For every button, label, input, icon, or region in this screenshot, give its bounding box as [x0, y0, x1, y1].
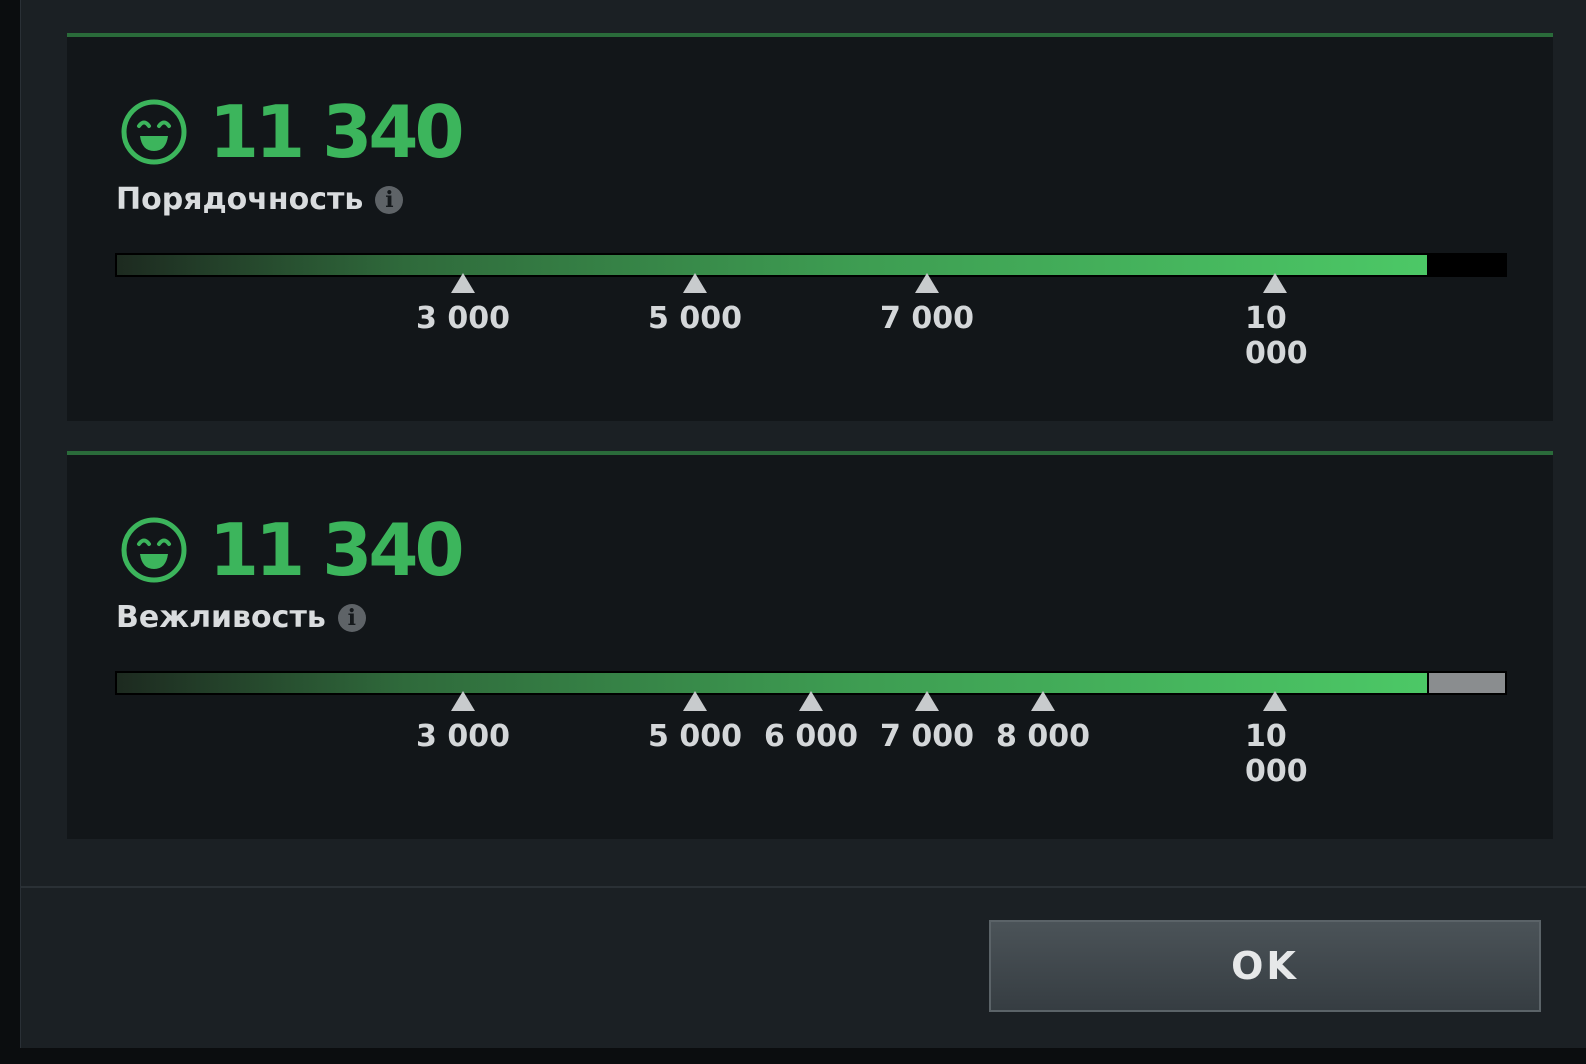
title-row: Порядочность i	[116, 182, 404, 217]
info-icon[interactable]: i	[337, 603, 366, 632]
conduct-title: Порядочность	[116, 182, 364, 217]
triangle-marker-icon	[683, 273, 707, 293]
threshold-label: 7 000	[880, 719, 974, 754]
politeness-score: 11 340	[209, 508, 465, 592]
triangle-marker-icon	[451, 273, 475, 293]
triangle-marker-icon	[683, 691, 707, 711]
score-dialog: 11 340 Порядочность i 3 000 5 000 7 000 10 …	[20, 0, 1586, 1048]
politeness-title: Вежливость	[116, 600, 326, 635]
politeness-panel: 11 340 Вежливость i 3 000 5 000 6 000 7 000…	[67, 451, 1553, 839]
threshold-label: 8 000	[996, 719, 1090, 754]
ok-button[interactable]: OK	[989, 920, 1541, 1012]
conduct-panel: 11 340 Порядочность i 3 000 5 000 7 000 10 …	[67, 33, 1553, 421]
threshold-label: 3 000	[416, 301, 510, 336]
score-row: 11 340	[121, 508, 465, 592]
threshold-label: 5 000	[648, 719, 742, 754]
triangle-marker-icon	[915, 691, 939, 711]
smiley-face-icon	[121, 99, 187, 165]
conduct-progress-bar	[115, 253, 1507, 277]
triangle-marker-icon	[1263, 273, 1287, 293]
progress-remainder	[1427, 255, 1505, 275]
triangle-marker-icon	[799, 691, 823, 711]
info-icon[interactable]: i	[375, 185, 404, 214]
triangle-marker-icon	[915, 273, 939, 293]
triangle-marker-icon	[1263, 691, 1287, 711]
footer-divider	[21, 886, 1586, 888]
threshold-label: 10 000	[1245, 301, 1308, 371]
title-row: Вежливость i	[116, 600, 366, 635]
triangle-marker-icon	[1031, 691, 1055, 711]
threshold-label: 10 000	[1245, 719, 1308, 789]
threshold-label: 7 000	[880, 301, 974, 336]
threshold-label: 3 000	[416, 719, 510, 754]
conduct-score: 11 340	[209, 90, 465, 174]
progress-fill	[117, 255, 1428, 275]
progress-fill	[117, 673, 1428, 693]
triangle-marker-icon	[451, 691, 475, 711]
threshold-label: 6 000	[764, 719, 858, 754]
progress-remainder	[1427, 673, 1505, 693]
smiley-face-icon	[121, 517, 187, 583]
threshold-label: 5 000	[648, 301, 742, 336]
score-row: 11 340	[121, 90, 465, 174]
